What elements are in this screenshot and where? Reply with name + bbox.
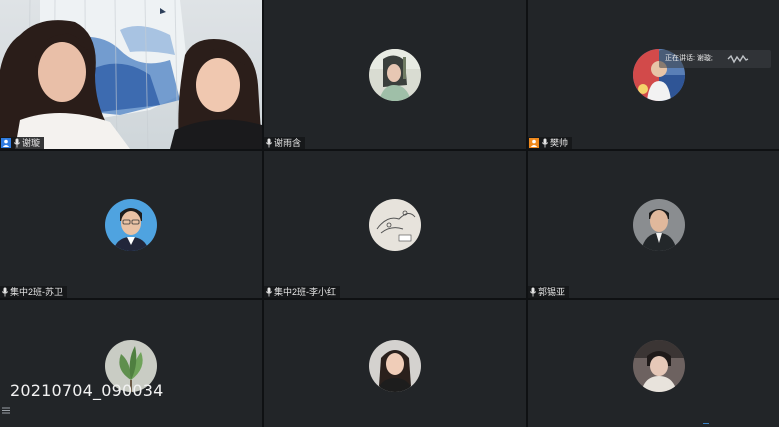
participant-name-tag: 集中2班-李小红 bbox=[264, 286, 341, 298]
participant-tile[interactable] bbox=[264, 300, 526, 427]
sound-wave-icon bbox=[727, 54, 749, 72]
participant-tile[interactable] bbox=[0, 300, 262, 427]
participant-name: 樊帅 bbox=[550, 138, 569, 148]
participant-tile-video[interactable]: 谢璇 bbox=[0, 0, 262, 149]
participant-name: 谢璇 bbox=[22, 138, 41, 148]
avatar bbox=[369, 48, 421, 101]
avatar bbox=[633, 340, 685, 392]
mic-icon bbox=[265, 138, 273, 148]
participant-name-tag: 集中2班-苏卫 bbox=[0, 286, 68, 298]
participant-name-tag: 谢璇 bbox=[0, 137, 45, 149]
participant-tile[interactable]: 郭锡亚 bbox=[528, 151, 779, 298]
speaking-indicator-text: 正在讲话: 谢璇; bbox=[665, 55, 713, 62]
speaking-indicator: 正在讲话: 谢璇; bbox=[659, 50, 771, 68]
menu-icon[interactable] bbox=[2, 401, 10, 419]
mic-icon bbox=[529, 287, 537, 297]
participant-name: 集中2班-李小红 bbox=[274, 287, 337, 297]
participant-tile[interactable]: 集中2班-李小红 bbox=[264, 151, 526, 298]
mic-icon bbox=[265, 287, 273, 297]
participant-grid: 谢璇 谢雨含 正在讲话: 谢璇; 樊帅 集中2班-苏卫 集中2班-李小红 郭锡亚 bbox=[0, 0, 779, 427]
participant-name-tag: 谢雨含 bbox=[264, 137, 306, 149]
participant-tile[interactable]: 谢雨含 bbox=[264, 0, 526, 149]
video-feed bbox=[0, 0, 262, 149]
participant-name: 集中2班-苏卫 bbox=[10, 287, 64, 297]
participant-name: 谢雨含 bbox=[274, 138, 302, 148]
mic-icon bbox=[1, 287, 9, 297]
recording-timestamp: 20210704_090034 bbox=[10, 381, 164, 400]
avatar bbox=[369, 340, 421, 392]
participant-name-tag: 郭锡亚 bbox=[528, 286, 570, 298]
mic-icon bbox=[541, 138, 549, 148]
participant-name: 郭锡亚 bbox=[538, 287, 566, 297]
host-badge-icon bbox=[1, 138, 11, 148]
participant-tile[interactable]: 正在讲话: 谢璇; 樊帅 bbox=[528, 0, 779, 149]
avatar bbox=[633, 198, 685, 251]
participant-tile[interactable] bbox=[528, 300, 779, 427]
meeting-gallery-view: 谢璇 谢雨含 正在讲话: 谢璇; 樊帅 集中2班-苏卫 集中2班-李小红 郭锡亚… bbox=[0, 0, 779, 427]
avatar bbox=[369, 198, 421, 251]
mic-icon bbox=[13, 138, 21, 148]
connection-indicator bbox=[703, 423, 709, 427]
participant-tile[interactable]: 集中2班-苏卫 bbox=[0, 151, 262, 298]
participant-name-tag: 樊帅 bbox=[528, 137, 573, 149]
host-badge-icon bbox=[529, 138, 539, 148]
avatar bbox=[105, 198, 157, 251]
